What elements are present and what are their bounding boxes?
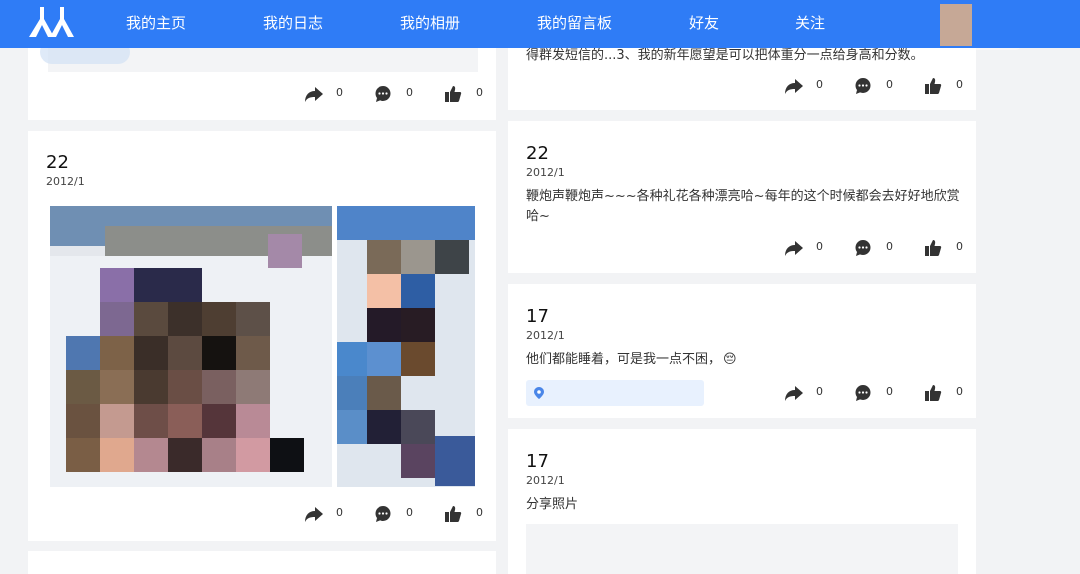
comment-bubble-icon xyxy=(375,86,391,102)
post-stats: 0 0 0 xyxy=(784,238,964,258)
share-count: 0 xyxy=(336,506,343,519)
post-card xyxy=(28,551,496,574)
post-card: 17 2012/1 他们都能睡着，可是我一点不困， 😔 0 0 0 xyxy=(508,284,976,418)
post-text: 他们都能睡着，可是我一点不困， 😔 xyxy=(526,352,737,367)
share-count: 0 xyxy=(336,86,343,99)
thumbs-up-icon xyxy=(445,506,462,522)
post-stats: 0 0 0 xyxy=(784,383,964,403)
post-date: 2012/1 xyxy=(526,166,565,179)
post-text: 分享照片 xyxy=(526,497,579,512)
comment-count: 0 xyxy=(406,86,413,99)
post-text-continued: 哈~ xyxy=(526,209,550,224)
like-count: 0 xyxy=(956,240,963,253)
post-day: 17 xyxy=(526,306,549,327)
avatar[interactable] xyxy=(940,4,972,46)
post-date: 2012/1 xyxy=(46,175,85,188)
post-day: 22 xyxy=(46,152,69,173)
thumbs-up-icon xyxy=(925,78,942,94)
like-count: 0 xyxy=(956,78,963,91)
post-date: 2012/1 xyxy=(526,474,565,487)
share-arrow-icon xyxy=(785,79,803,94)
nav-item-friends[interactable]: 好友 xyxy=(689,13,719,33)
thumbs-up-icon xyxy=(925,385,942,401)
post-stats: 0 0 0 xyxy=(784,76,964,96)
renren-logo-icon[interactable] xyxy=(26,5,78,41)
comment-count: 0 xyxy=(886,385,893,398)
nav-item-message-board[interactable]: 我的留言板 xyxy=(537,13,612,33)
post-stats: 0 0 0 xyxy=(304,504,484,524)
like-count: 0 xyxy=(476,506,483,519)
photo-thumbnail[interactable] xyxy=(50,206,332,487)
top-nav-bar: 我的主页 我的日志 我的相册 我的留言板 好友 关注 xyxy=(0,0,1080,48)
comment-count: 0 xyxy=(886,240,893,253)
post-day: 17 xyxy=(526,451,549,472)
comment-count: 0 xyxy=(406,506,413,519)
post-day: 22 xyxy=(526,143,549,164)
nav-item-home[interactable]: 我的主页 xyxy=(126,13,186,33)
location-pin-icon xyxy=(534,387,544,399)
nav-item-following[interactable]: 关注 xyxy=(795,13,825,33)
share-arrow-icon xyxy=(785,241,803,256)
post-card: 22 2012/1 鞭炮声鞭炮声~~~各种礼花各种漂亮哈~每年的这个时候都会去好… xyxy=(508,121,976,273)
comment-bubble-icon xyxy=(855,385,871,401)
share-arrow-icon xyxy=(305,87,323,102)
post-card: 得群发短信的...3、我的新年愿望是可以把体重分一点给身高和分数。 0 0 0 xyxy=(508,44,976,110)
comment-bubble-icon xyxy=(855,240,871,256)
share-arrow-icon xyxy=(785,386,803,401)
share-arrow-icon xyxy=(305,507,323,522)
post-text: 得群发短信的...3、我的新年愿望是可以把体重分一点给身高和分数。 xyxy=(526,48,924,63)
post-date: 2012/1 xyxy=(526,329,565,342)
thumbs-up-icon xyxy=(925,240,942,256)
shared-photo-placeholder[interactable] xyxy=(526,524,958,574)
share-count: 0 xyxy=(816,240,823,253)
comment-bubble-icon xyxy=(375,506,391,522)
nav-item-album[interactable]: 我的相册 xyxy=(400,13,460,33)
location-tag[interactable] xyxy=(526,380,704,406)
post-text: 鞭炮声鞭炮声~~~各种礼花各种漂亮哈~每年的这个时候都会去好好地欣赏 xyxy=(526,189,960,204)
post-card: 17 2012/1 分享照片 xyxy=(508,429,976,574)
share-count: 0 xyxy=(816,385,823,398)
post-stats: 0 0 0 xyxy=(304,84,484,104)
nav-item-blog[interactable]: 我的日志 xyxy=(263,13,323,33)
thumbs-up-icon xyxy=(445,86,462,102)
comment-bubble-icon xyxy=(855,78,871,94)
like-count: 0 xyxy=(956,385,963,398)
sad-emoji: 😔 xyxy=(723,352,737,367)
photo-thumbnail[interactable] xyxy=(337,206,475,487)
like-count: 0 xyxy=(476,86,483,99)
share-count: 0 xyxy=(816,78,823,91)
post-card: 22 2012/1 0 0 0 xyxy=(28,131,496,541)
comment-count: 0 xyxy=(886,78,893,91)
